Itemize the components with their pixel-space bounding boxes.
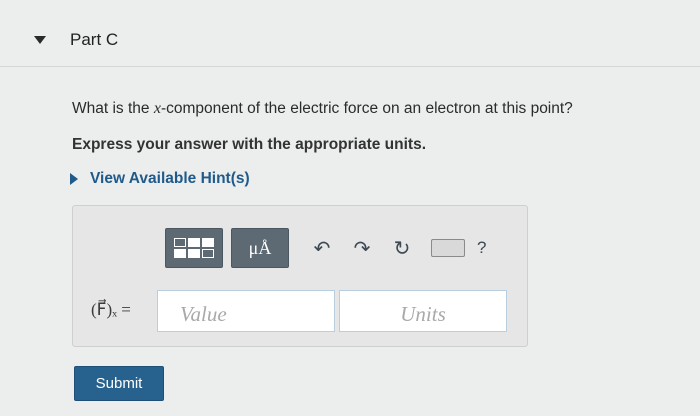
answer-variable-label: (F⃗)ₓ =: [91, 300, 131, 319]
question-text-start: What is the: [72, 100, 154, 117]
question-text-end: -component of the electric force on an e…: [160, 100, 573, 117]
units-button-label: μÅ: [248, 237, 272, 258]
reset-icon[interactable]: ↻: [387, 233, 417, 263]
question-variable: x: [153, 100, 161, 117]
templates-button[interactable]: [165, 228, 223, 268]
answer-box: μÅ ↶ ↷ ↻ ? (F⃗)ₓ =: [72, 205, 528, 347]
value-input[interactable]: [157, 290, 335, 332]
hint-label: View Available Hint(s): [90, 170, 250, 187]
help-icon[interactable]: ?: [477, 238, 486, 258]
part-header[interactable]: Part C: [34, 30, 118, 50]
redo-icon[interactable]: ↷: [347, 233, 377, 263]
view-hints-link[interactable]: View Available Hint(s): [70, 170, 250, 188]
submit-button[interactable]: Submit: [74, 366, 164, 401]
units-button[interactable]: μÅ: [231, 228, 289, 268]
answer-toolbar: μÅ ↶ ↷ ↻ ?: [165, 228, 486, 268]
undo-icon[interactable]: ↶: [307, 233, 337, 263]
units-input[interactable]: [339, 290, 507, 332]
divider: [0, 66, 700, 67]
question-text: What is the x-component of the electric …: [72, 100, 573, 118]
instruction-text: Express your answer with the appropriate…: [72, 136, 427, 153]
templates-icon: [174, 238, 214, 258]
part-title: Part C: [70, 30, 119, 49]
collapse-caret-icon[interactable]: [34, 36, 46, 44]
expand-caret-icon: [70, 173, 78, 185]
keyboard-icon[interactable]: [431, 239, 465, 257]
